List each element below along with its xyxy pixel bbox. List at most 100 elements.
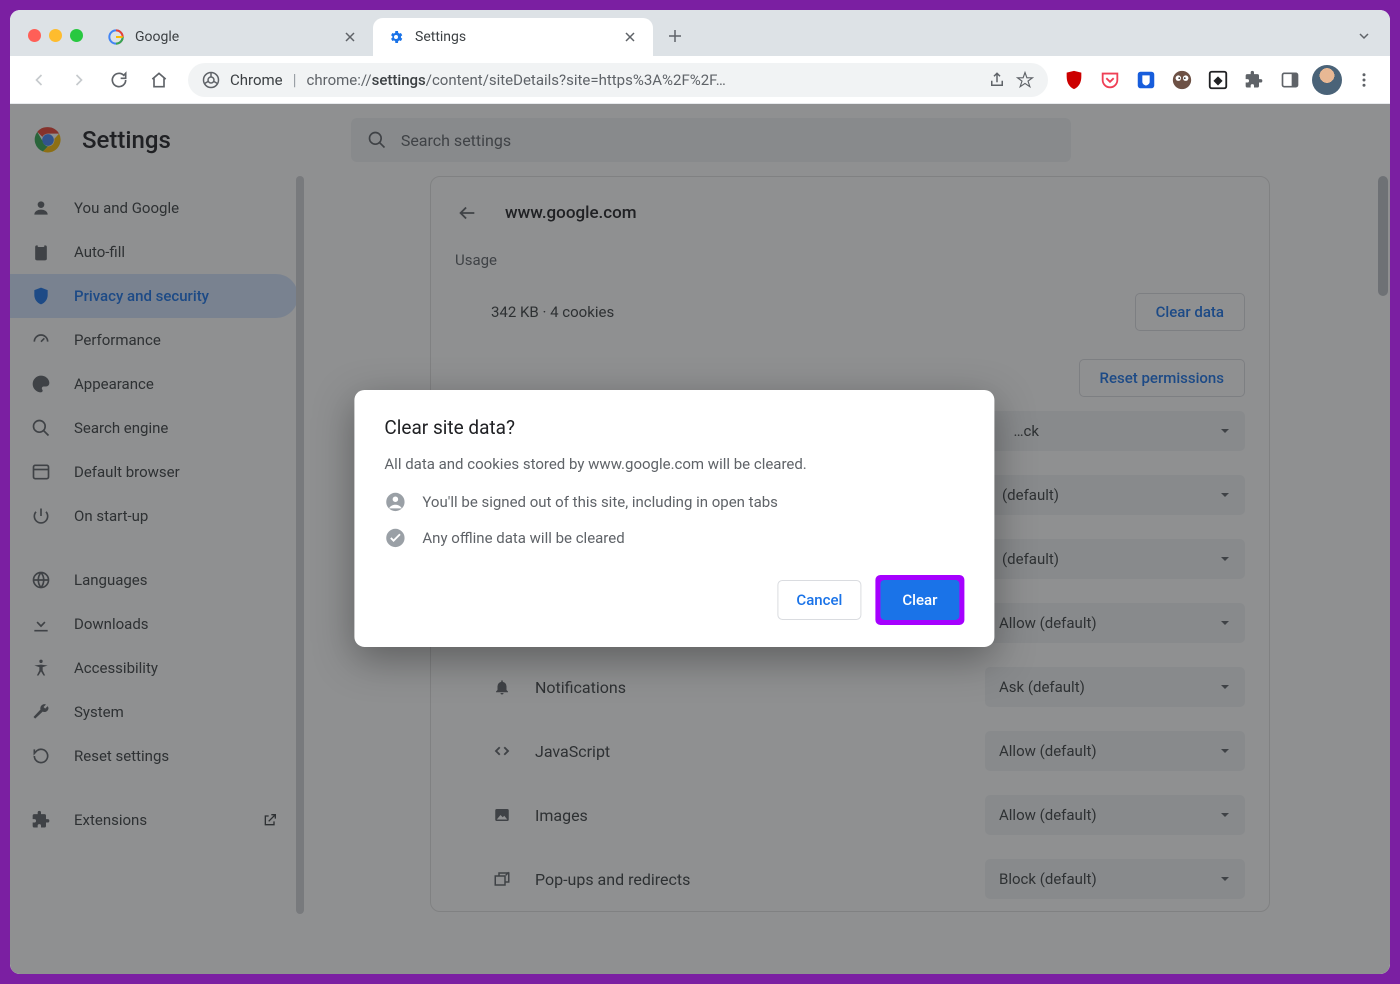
clear-data-button[interactable]: Clear data [1135, 293, 1245, 331]
gear-icon [387, 28, 405, 46]
forward-button[interactable] [62, 63, 96, 97]
reset-icon [30, 745, 52, 767]
accessibility-icon [30, 657, 52, 679]
tab-title: Settings [415, 29, 611, 45]
sidebar-item-label: Privacy and security [74, 287, 209, 305]
chevron-down-icon [1219, 681, 1231, 693]
permission-label: Images [535, 806, 963, 825]
permission-row-notifications: Notifications Ask (default) [431, 655, 1269, 719]
sidebar-item-system[interactable]: System [10, 690, 298, 734]
sidebar-scrollbar[interactable] [296, 176, 304, 914]
back-button[interactable] [22, 63, 56, 97]
chevron-down-icon [1219, 425, 1231, 437]
sidebar-item-appearance[interactable]: Appearance [10, 362, 298, 406]
highlight-annotation: Clear [875, 575, 964, 625]
maximize-window-button[interactable] [70, 29, 83, 42]
power-icon [30, 505, 52, 527]
search-icon [367, 130, 387, 150]
tab-settings[interactable]: Settings [373, 18, 653, 56]
extensions-puzzle-icon[interactable] [1240, 66, 1268, 94]
permission-select[interactable]: Allow (default) [985, 731, 1245, 771]
dialog-title: Clear site data? [384, 416, 964, 439]
sidebar-item-downloads[interactable]: Downloads [10, 602, 298, 646]
chevron-down-icon [1219, 489, 1231, 501]
permission-select[interactable]: (default) [985, 539, 1245, 579]
share-icon[interactable] [988, 71, 1006, 89]
usage-text: 342 KB · 4 cookies [491, 303, 614, 321]
person-icon [30, 197, 52, 219]
close-tab-icon[interactable] [341, 28, 359, 46]
sidebar-item-accessibility[interactable]: Accessibility [10, 646, 298, 690]
sidebar-item-label: Performance [74, 331, 161, 349]
chrome-logo-icon [34, 126, 62, 154]
permission-select[interactable]: Allow (default) [985, 603, 1245, 643]
address-bar[interactable]: Chrome | chrome://settings/content/siteD… [188, 63, 1048, 97]
kebab-menu-icon[interactable] [1350, 66, 1378, 94]
dialog-line-1: You'll be signed out of this site, inclu… [422, 493, 778, 511]
permission-select[interactable]: Allow (default) [985, 795, 1245, 835]
sidebar-item-you-and-google[interactable]: You and Google [10, 186, 298, 230]
permission-select[interactable]: Ask (default) [985, 667, 1245, 707]
settings-header: Settings Search settings [10, 104, 1390, 176]
sidebar-item-label: Extensions [74, 811, 147, 829]
new-tab-button[interactable] [659, 20, 691, 52]
sidebar-item-autofill[interactable]: Auto-fill [10, 230, 298, 274]
sidebar-item-privacy-security[interactable]: Privacy and security [10, 274, 298, 318]
sidebar-item-label: Languages [74, 571, 148, 589]
extension-icon[interactable] [1204, 66, 1232, 94]
content-scrollbar[interactable] [1378, 176, 1388, 296]
permission-select[interactable]: Block (default) [985, 859, 1245, 899]
reset-permissions-button[interactable]: Reset permissions [1079, 359, 1245, 397]
side-panel-icon[interactable] [1276, 66, 1304, 94]
tabs-dropdown-button[interactable] [1348, 20, 1380, 52]
open-external-icon [262, 812, 278, 828]
sidebar-item-label: On start-up [74, 507, 148, 525]
sidebar-item-performance[interactable]: Performance [10, 318, 298, 362]
chevron-down-icon [1219, 745, 1231, 757]
permission-select[interactable]: …ck [985, 411, 1245, 451]
chevron-down-icon [1219, 553, 1231, 565]
permission-label: Notifications [535, 678, 963, 697]
download-icon [30, 613, 52, 635]
extension-bitwarden-icon[interactable] [1132, 66, 1160, 94]
puzzle-icon [30, 809, 52, 831]
permission-label: Pop-ups and redirects [535, 870, 963, 889]
extension-icon[interactable] [1168, 66, 1196, 94]
extension-pocket-icon[interactable] [1096, 66, 1124, 94]
speed-icon [30, 329, 52, 351]
close-tab-icon[interactable] [621, 28, 639, 46]
tab-google[interactable]: Google [93, 18, 373, 56]
minimize-window-button[interactable] [49, 29, 62, 42]
sidebar-item-default-browser[interactable]: Default browser [10, 450, 298, 494]
image-icon [491, 804, 513, 826]
clear-button[interactable]: Clear [880, 580, 959, 620]
browser-toolbar: Chrome | chrome://settings/content/siteD… [10, 56, 1390, 104]
cancel-button[interactable]: Cancel [777, 580, 861, 620]
sidebar-item-search-engine[interactable]: Search engine [10, 406, 298, 450]
sidebar-item-extensions[interactable]: Extensions [10, 798, 298, 842]
sidebar-item-label: System [74, 703, 124, 721]
sidebar-item-label: Auto-fill [74, 243, 125, 261]
home-button[interactable] [142, 63, 176, 97]
permission-select[interactable]: (default) [985, 475, 1245, 515]
clear-site-data-dialog: Clear site data? All data and cookies st… [354, 390, 994, 647]
back-arrow-button[interactable] [449, 195, 485, 231]
wrench-icon [30, 701, 52, 723]
settings-sidebar: You and Google Auto-fill Privacy and sec… [10, 176, 310, 974]
sidebar-item-label: Appearance [74, 375, 154, 393]
tab-strip: Google Settings [10, 10, 1390, 56]
sidebar-item-reset[interactable]: Reset settings [10, 734, 298, 778]
settings-search-input[interactable]: Search settings [351, 118, 1071, 162]
reload-button[interactable] [102, 63, 136, 97]
search-placeholder: Search settings [401, 131, 511, 150]
sidebar-item-label: Default browser [74, 463, 180, 481]
profile-avatar[interactable] [1312, 65, 1342, 95]
sidebar-item-languages[interactable]: Languages [10, 558, 298, 602]
bookmark-icon[interactable] [1016, 71, 1034, 89]
close-window-button[interactable] [28, 29, 41, 42]
globe-icon [30, 569, 52, 591]
settings-title: Settings [82, 126, 171, 154]
sidebar-item-startup[interactable]: On start-up [10, 494, 298, 538]
palette-icon [30, 373, 52, 395]
extension-ublock-icon[interactable] [1060, 66, 1088, 94]
